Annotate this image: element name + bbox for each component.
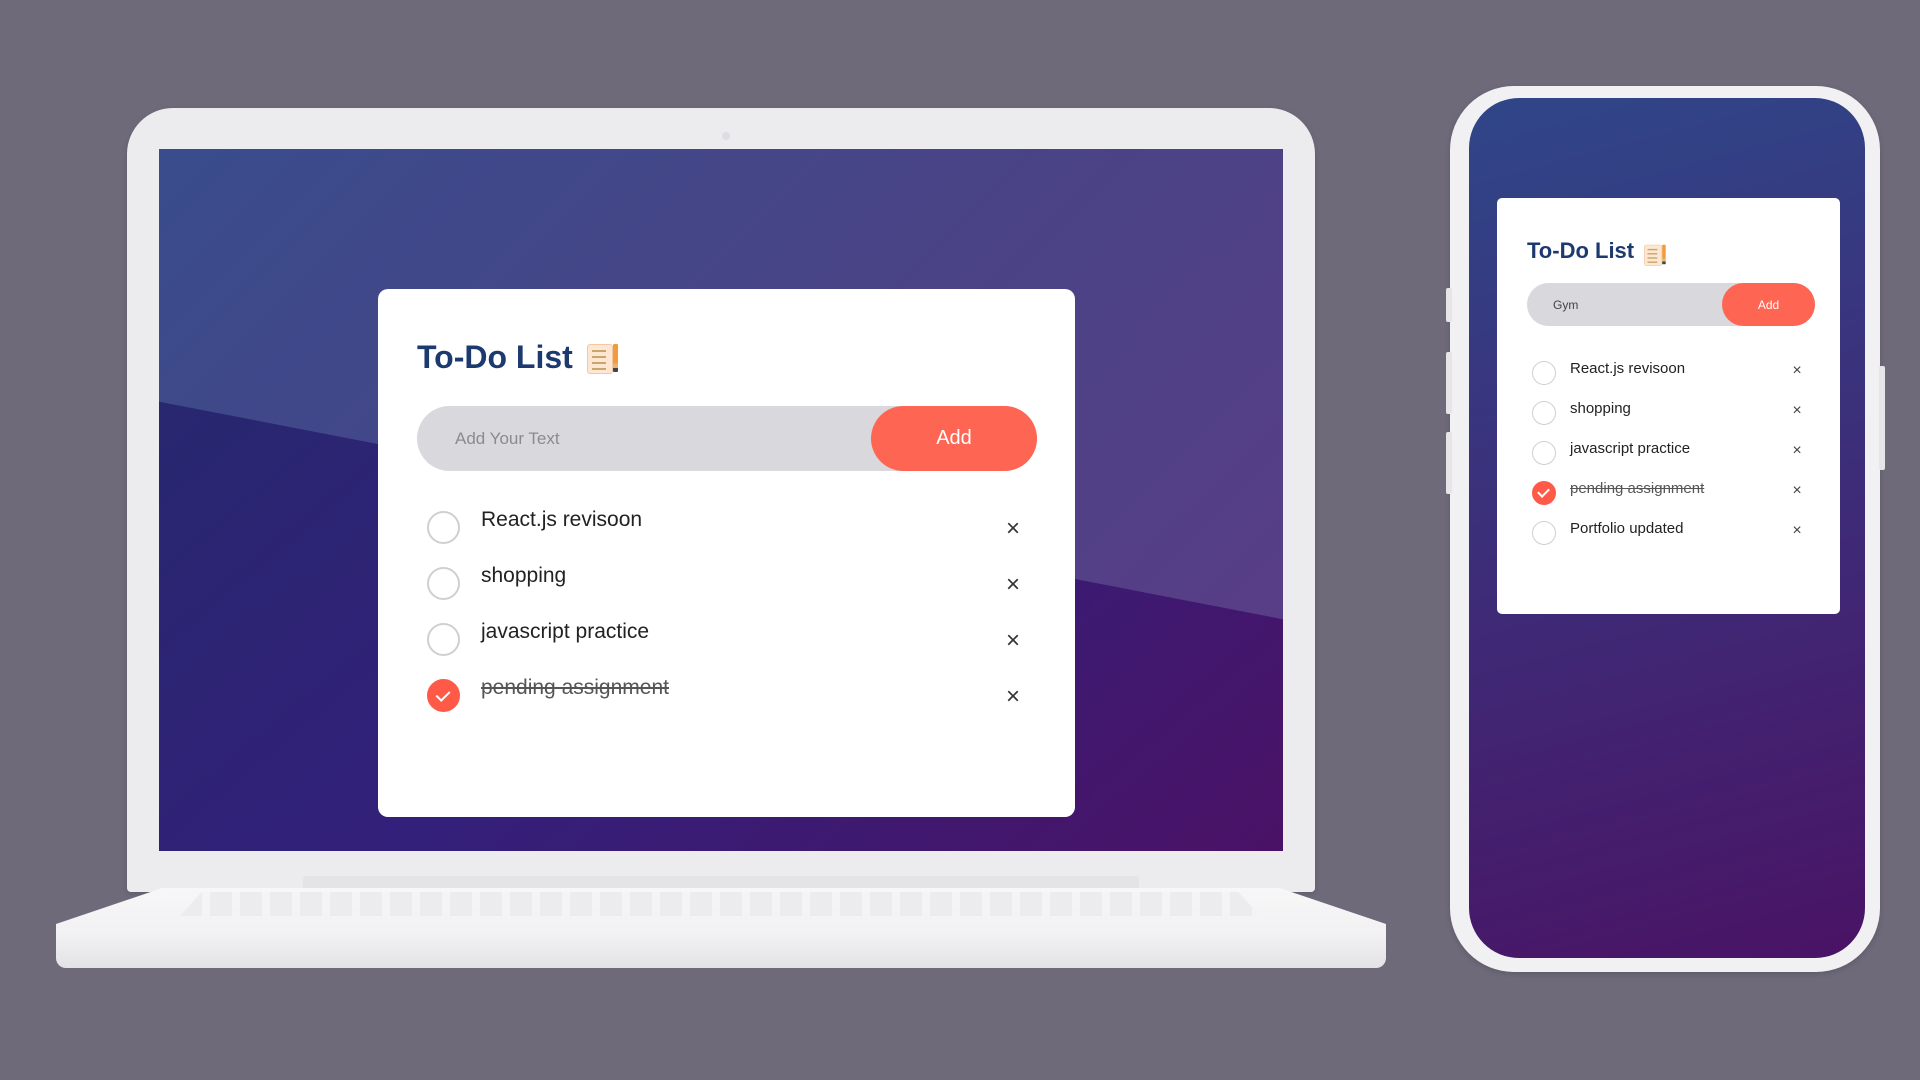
task-input[interactable] (417, 406, 867, 471)
laptop-camera (722, 132, 730, 140)
checkmark-icon[interactable] (427, 678, 460, 712)
task-item[interactable]: React.js revisoon × (427, 495, 1027, 551)
close-icon[interactable]: × (999, 571, 1027, 599)
notepad-icon (586, 343, 613, 374)
task-checkbox[interactable] (1532, 360, 1556, 385)
task-checkbox[interactable] (427, 622, 460, 656)
task-text: javascript practice (1570, 439, 1691, 457)
notepad-pencil-icon (1644, 243, 1666, 266)
close-icon[interactable]: × (999, 515, 1027, 543)
task-checkbox[interactable] (427, 566, 460, 600)
pencil-icon (1662, 244, 1666, 265)
task-text: shopping (481, 564, 567, 587)
page-title: To-Do List (417, 339, 621, 376)
task-item[interactable]: javascript practice × (427, 607, 1027, 663)
close-icon[interactable]: × (1788, 442, 1806, 460)
task-text: React.js revisoon (1570, 359, 1686, 377)
task-text: Portfolio updated (1570, 519, 1684, 537)
close-icon[interactable]: × (1788, 482, 1806, 500)
task-checkbox[interactable] (1532, 520, 1556, 545)
pencil-icon (612, 343, 618, 372)
close-icon[interactable]: × (1788, 362, 1806, 380)
task-item[interactable]: React.js revisoon × (1532, 350, 1810, 390)
add-button[interactable]: Add (1722, 283, 1815, 326)
todo-card-phone: To-Do List Add React.js revisoon × shopp… (1497, 198, 1840, 614)
add-button[interactable]: Add (871, 406, 1037, 471)
task-list: React.js revisoon × shopping × javascrip… (1532, 350, 1810, 550)
task-item[interactable]: pending assignment × (427, 663, 1027, 719)
task-text: React.js revisoon (481, 508, 643, 531)
phone-volume-down-button (1446, 432, 1452, 494)
close-icon[interactable]: × (1788, 402, 1806, 420)
task-item[interactable]: Portfolio updated × (1532, 510, 1810, 550)
laptop-keyboard (180, 892, 1260, 916)
title-text: To-Do List (417, 339, 573, 375)
task-checkbox[interactable] (1532, 400, 1556, 425)
close-icon[interactable]: × (999, 683, 1027, 711)
phone-volume-up-button (1446, 352, 1452, 414)
task-text: pending assignment (1570, 479, 1705, 497)
task-item[interactable]: shopping × (427, 551, 1027, 607)
todo-card-laptop: To-Do List Add React.js revisoon × shopp… (378, 289, 1075, 817)
task-item[interactable]: shopping × (1532, 390, 1810, 430)
add-task-row: Add (1527, 283, 1815, 326)
phone-power-button (1879, 366, 1885, 470)
task-list: React.js revisoon × shopping × javascrip… (427, 495, 1027, 719)
laptop-hinge (303, 876, 1139, 890)
notepad-icon (1644, 244, 1663, 266)
task-text: javascript practice (481, 620, 650, 643)
task-item[interactable]: pending assignment × (1532, 470, 1810, 510)
task-item[interactable]: javascript practice × (1532, 430, 1810, 470)
notepad-pencil-icon (586, 342, 621, 374)
task-checkbox[interactable] (427, 510, 460, 544)
task-input[interactable] (1527, 283, 1722, 326)
task-checkbox[interactable] (1532, 440, 1556, 465)
task-text: pending assignment (481, 676, 669, 699)
close-icon[interactable]: × (1788, 522, 1806, 540)
add-task-row: Add (417, 406, 1037, 471)
close-icon[interactable]: × (999, 627, 1027, 655)
checkmark-icon[interactable] (1532, 480, 1556, 505)
task-text: shopping (1570, 399, 1631, 417)
phone-side-button (1446, 288, 1452, 322)
title-text: To-Do List (1527, 238, 1635, 263)
page-title: To-Do List (1527, 238, 1668, 266)
